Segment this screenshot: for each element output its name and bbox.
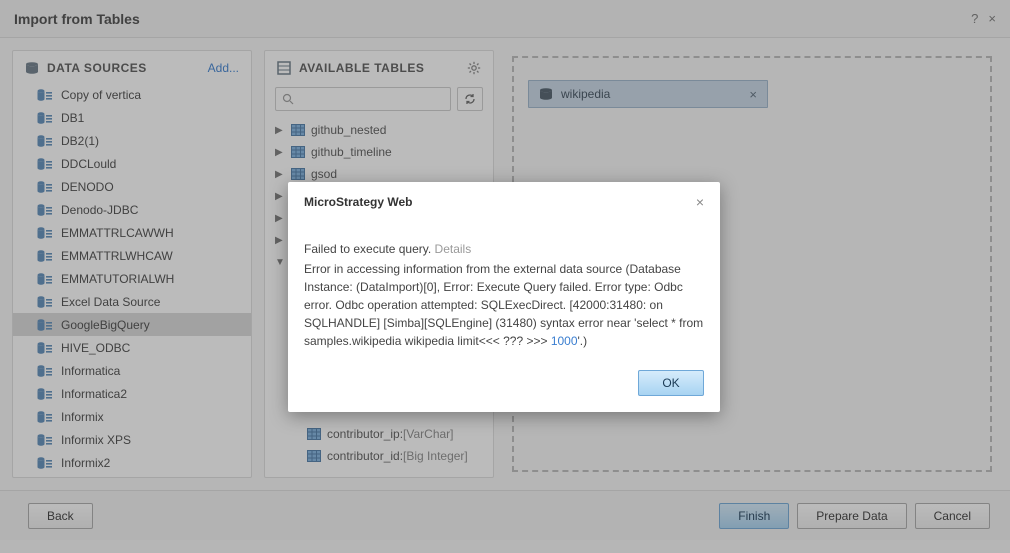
dialog-error-text: Error in accessing information from the … bbox=[304, 260, 704, 350]
dialog-close-icon[interactable]: × bbox=[696, 194, 704, 210]
details-link[interactable]: Details bbox=[435, 242, 472, 256]
ok-button[interactable]: OK bbox=[638, 370, 704, 396]
dialog-title: MicroStrategy Web bbox=[304, 195, 412, 209]
error-dialog: MicroStrategy Web × Failed to execute qu… bbox=[288, 182, 720, 412]
dialog-body: Failed to execute query. Details Error i… bbox=[288, 222, 720, 360]
dialog-message: Failed to execute query. bbox=[304, 242, 431, 256]
